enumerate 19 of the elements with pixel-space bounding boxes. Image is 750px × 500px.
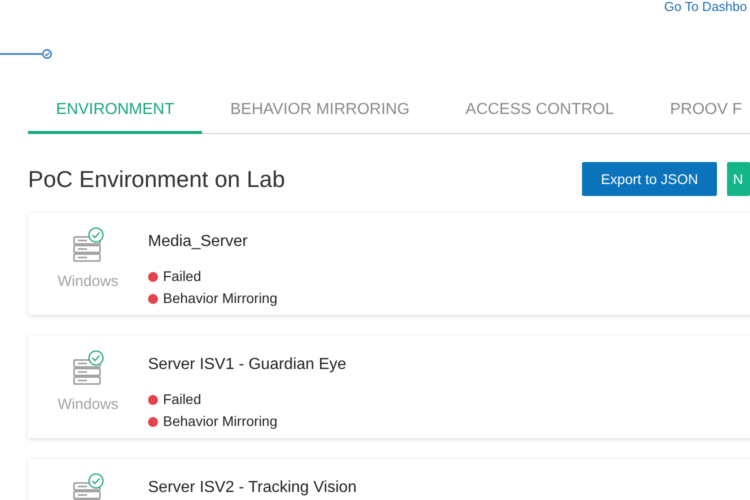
tab[interactable]: ENVIRONMENT bbox=[28, 98, 202, 134]
os-label: Windows bbox=[58, 272, 118, 292]
section-title: PoC Environment on Lab bbox=[28, 165, 286, 194]
machine-name: Server ISV2 - Tracking Vision bbox=[148, 478, 357, 498]
status-label: Failed bbox=[163, 390, 202, 409]
machine-name: Server ISV1 - Guardian Eye bbox=[148, 354, 346, 374]
tab[interactable]: BEHAVIOR MIRRORING bbox=[202, 98, 438, 134]
os-label: Windows bbox=[58, 394, 118, 414]
tab[interactable]: PROOV F bbox=[642, 98, 750, 134]
tab[interactable]: ACCESS CONTROL bbox=[438, 98, 642, 134]
machine-name: Media_Server bbox=[148, 232, 249, 252]
status-label: Behavior Mirroring bbox=[163, 412, 278, 431]
action-button[interactable]: N bbox=[727, 162, 750, 196]
status-label: Failed bbox=[163, 267, 202, 286]
status-label: Behavior Mirroring bbox=[163, 289, 278, 308]
export-button[interactable]: Export to JSON bbox=[582, 162, 717, 196]
server-check-icon bbox=[71, 226, 105, 262]
server-check-icon bbox=[71, 350, 105, 386]
dashboard-link[interactable]: Go To Dashbo bbox=[664, 0, 747, 14]
